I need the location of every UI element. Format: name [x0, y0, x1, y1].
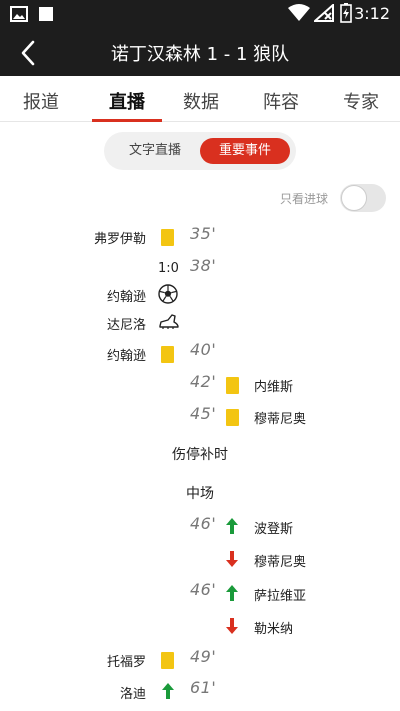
key-events-button[interactable]: 重要事件 — [200, 138, 290, 164]
goal-only-toggle[interactable] — [340, 184, 386, 212]
match-title: 诺丁汉森林 1 - 1 狼队 — [110, 44, 290, 65]
event-player: 勒米纳 — [254, 622, 294, 637]
event-player: 托福罗 — [106, 655, 146, 670]
half-time-divider: 中场 — [186, 486, 214, 502]
event-player: 洛迪 — [119, 687, 146, 702]
event-minute: 42' — [190, 372, 217, 391]
goal-only-label: 只看进球 — [280, 192, 329, 206]
status-bar: 3:12 — [0, 0, 400, 28]
tab-stats[interactable]: 数据 — [166, 88, 236, 114]
wifi-icon — [288, 4, 310, 21]
live-mode-switch: 文字直播 重要事件 — [104, 132, 296, 170]
sub-in-arrow-icon — [226, 518, 238, 534]
event-score: 1:0 — [158, 261, 179, 276]
no-signal-icon — [314, 4, 334, 22]
battery-charging-icon — [340, 3, 352, 23]
event-minute: 38' — [190, 256, 217, 275]
assist-boot-icon — [159, 314, 179, 329]
event-minute: 49' — [190, 647, 217, 666]
tab-lineup[interactable]: 阵容 — [246, 88, 316, 114]
event-player: 内维斯 — [254, 380, 294, 395]
event-minute: 46' — [190, 580, 217, 599]
stoppage-time-divider: 伤停补时 — [172, 447, 228, 463]
tab-experts[interactable]: 专家 — [326, 88, 396, 114]
text-live-button[interactable]: 文字直播 — [110, 138, 200, 164]
sub-out-arrow-icon — [226, 551, 238, 567]
event-minute: 61' — [190, 678, 217, 697]
event-minute: 35' — [190, 224, 217, 243]
title-bar: 诺丁汉森林 1 - 1 狼队 — [0, 28, 400, 76]
event-player: 弗罗伊勒 — [93, 232, 146, 247]
tab-report[interactable]: 报道 — [6, 88, 76, 114]
soccer-ball-icon — [158, 284, 178, 304]
event-minute: 40' — [190, 340, 217, 359]
yellow-card-icon — [226, 377, 239, 394]
event-player: 约翰逊 — [106, 349, 146, 364]
tab-bar: 报道 直播 数据 阵容 专家 — [0, 76, 400, 122]
image-icon — [10, 6, 28, 22]
yellow-card-icon — [226, 409, 239, 426]
yellow-card-icon — [161, 346, 174, 363]
tab-live[interactable]: 直播 — [92, 88, 162, 114]
toggle-knob — [341, 185, 367, 211]
event-player: 萨拉维亚 — [254, 589, 307, 604]
event-player: 约翰逊 — [106, 290, 146, 305]
event-player: 波登斯 — [254, 522, 294, 537]
square-icon — [39, 7, 53, 21]
event-player: 达尼洛 — [106, 318, 146, 333]
event-player: 穆蒂尼奥 — [254, 555, 307, 570]
active-tab-indicator — [92, 119, 162, 122]
status-time: 3:12 — [354, 4, 390, 23]
sub-in-arrow-icon — [162, 683, 174, 699]
sub-in-arrow-icon — [226, 585, 238, 601]
sub-out-arrow-icon — [226, 618, 238, 634]
event-minute: 46' — [190, 514, 217, 533]
yellow-card-icon — [161, 652, 174, 669]
yellow-card-icon — [161, 229, 174, 246]
event-player: 穆蒂尼奥 — [254, 412, 307, 427]
event-minute: 45' — [190, 404, 217, 423]
